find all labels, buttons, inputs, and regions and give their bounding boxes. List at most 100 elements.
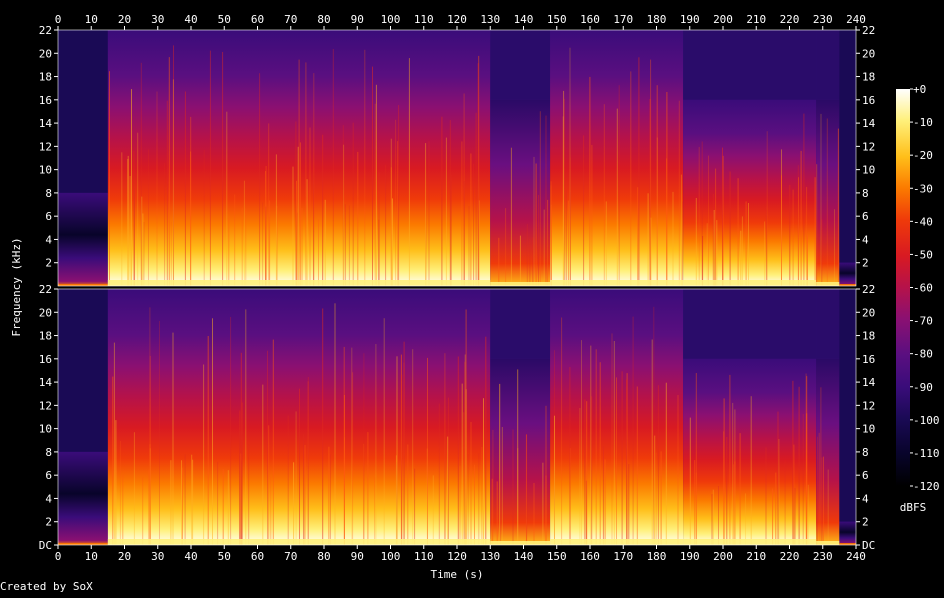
x-tick-label-bottom: 180 <box>647 550 667 563</box>
x-tick-label-bottom: 150 <box>547 550 567 563</box>
x-tick-label-top: 220 <box>780 13 800 26</box>
transient-streak <box>109 71 110 286</box>
y-tick-label-right: 16 <box>862 94 875 107</box>
transient-streak <box>591 144 593 286</box>
transient-streak <box>248 443 250 545</box>
transient-streak <box>259 73 261 286</box>
transient-streak <box>807 484 809 545</box>
transient-streak <box>463 181 465 286</box>
transient-streak <box>712 193 714 286</box>
transient-streak <box>595 349 597 545</box>
y-tick-label-right: 12 <box>862 140 875 153</box>
x-tick-label-bottom: 190 <box>680 550 700 563</box>
transient-streak <box>293 462 295 545</box>
transient-streak <box>172 79 174 287</box>
transient-streak <box>322 134 324 286</box>
transient-streak <box>729 374 731 545</box>
x-tick-label-bottom: 90 <box>351 550 364 563</box>
transient-streak <box>827 469 829 545</box>
transient-streak <box>330 454 331 545</box>
transient-streak <box>262 202 264 286</box>
x-tick-label-top: 240 <box>846 13 866 26</box>
segment-upper-band <box>490 30 551 100</box>
transient-streak <box>542 462 544 545</box>
x-tick-label-bottom: 160 <box>580 550 600 563</box>
transient-streak <box>599 362 601 545</box>
transient-streak <box>729 171 731 286</box>
transient-streak <box>468 206 470 286</box>
x-tick-label-top: 230 <box>813 13 833 26</box>
y-tick-label-right: 2 <box>862 257 869 270</box>
y-tick-label-left: 12 <box>39 140 52 153</box>
low-frequency-floor <box>107 539 491 545</box>
transient-streak <box>292 166 294 286</box>
transient-streak <box>636 386 638 545</box>
transient-streak <box>818 432 820 545</box>
transient-streak <box>412 349 414 545</box>
transient-streak <box>655 452 657 545</box>
x-tick-label-bottom: 100 <box>381 550 401 563</box>
transient-streak <box>375 344 377 545</box>
transient-streak <box>375 84 377 286</box>
transient-streak <box>164 163 166 286</box>
transient-streak <box>569 47 571 287</box>
transient-streak <box>228 218 230 286</box>
transient-streak <box>678 100 680 286</box>
transient-streak <box>192 459 194 545</box>
x-tick-label-bottom: 20 <box>118 550 131 563</box>
transient-streak <box>628 464 630 545</box>
transient-streak <box>726 437 728 545</box>
x-tick-label-top: 80 <box>317 13 330 26</box>
transient-streak <box>545 115 547 286</box>
transient-streak <box>357 151 359 286</box>
transient-streak <box>222 52 224 286</box>
x-tick-label-bottom: 40 <box>184 550 197 563</box>
transient-streak <box>695 373 697 545</box>
y-tick-label-left: 22 <box>39 24 52 37</box>
transient-streak <box>367 432 369 545</box>
transient-streak <box>781 175 782 286</box>
y-tick-label-left: 6 <box>45 210 52 223</box>
y-tick-label-right: 14 <box>862 376 876 389</box>
transient-streak <box>181 460 182 545</box>
x-tick-label-bottom: 230 <box>813 550 833 563</box>
transient-streak <box>425 143 427 286</box>
transient-streak <box>322 308 324 545</box>
transient-streak <box>586 401 588 545</box>
y-tick-label-left: 4 <box>45 492 52 505</box>
transient-streak <box>706 223 708 286</box>
y-tick-label-right: 8 <box>862 187 869 200</box>
low-frequency-floor <box>550 539 684 545</box>
transient-streak <box>428 141 430 286</box>
transient-streak <box>385 164 387 286</box>
transient-streak <box>268 123 270 287</box>
transient-streak <box>765 447 767 545</box>
transient-streak <box>741 216 743 286</box>
transient-streak <box>519 235 521 286</box>
x-tick-label-top: 60 <box>251 13 264 26</box>
transient-streak <box>579 408 581 545</box>
transient-streak <box>538 195 539 286</box>
transient-streak <box>821 457 823 545</box>
x-tick-label-top: 190 <box>680 13 700 26</box>
transient-streak <box>680 174 682 286</box>
transient-streak <box>512 429 514 545</box>
y-tick-label-right: 10 <box>862 164 875 177</box>
transient-streak <box>651 339 653 545</box>
transient-streak <box>407 444 409 545</box>
transient-streak <box>805 373 807 545</box>
transient-streak <box>172 332 174 545</box>
spectrogram-svg: 22 2220 2018 1816 1614 1412 1210 108 86 64 42 222 22… <box>0 13 940 593</box>
transient-streak <box>561 317 563 545</box>
transient-streak <box>414 468 416 545</box>
transient-streak <box>332 49 334 286</box>
transient-streak <box>230 316 232 545</box>
transient-streak <box>533 483 535 545</box>
transient-streak <box>269 200 271 286</box>
transient-streak <box>140 62 142 286</box>
transient-streak <box>397 141 399 286</box>
y-tick-label-right: 2 <box>862 516 869 529</box>
transient-streak <box>672 191 674 286</box>
transient-streak <box>533 156 535 286</box>
transient-streak <box>297 146 299 286</box>
